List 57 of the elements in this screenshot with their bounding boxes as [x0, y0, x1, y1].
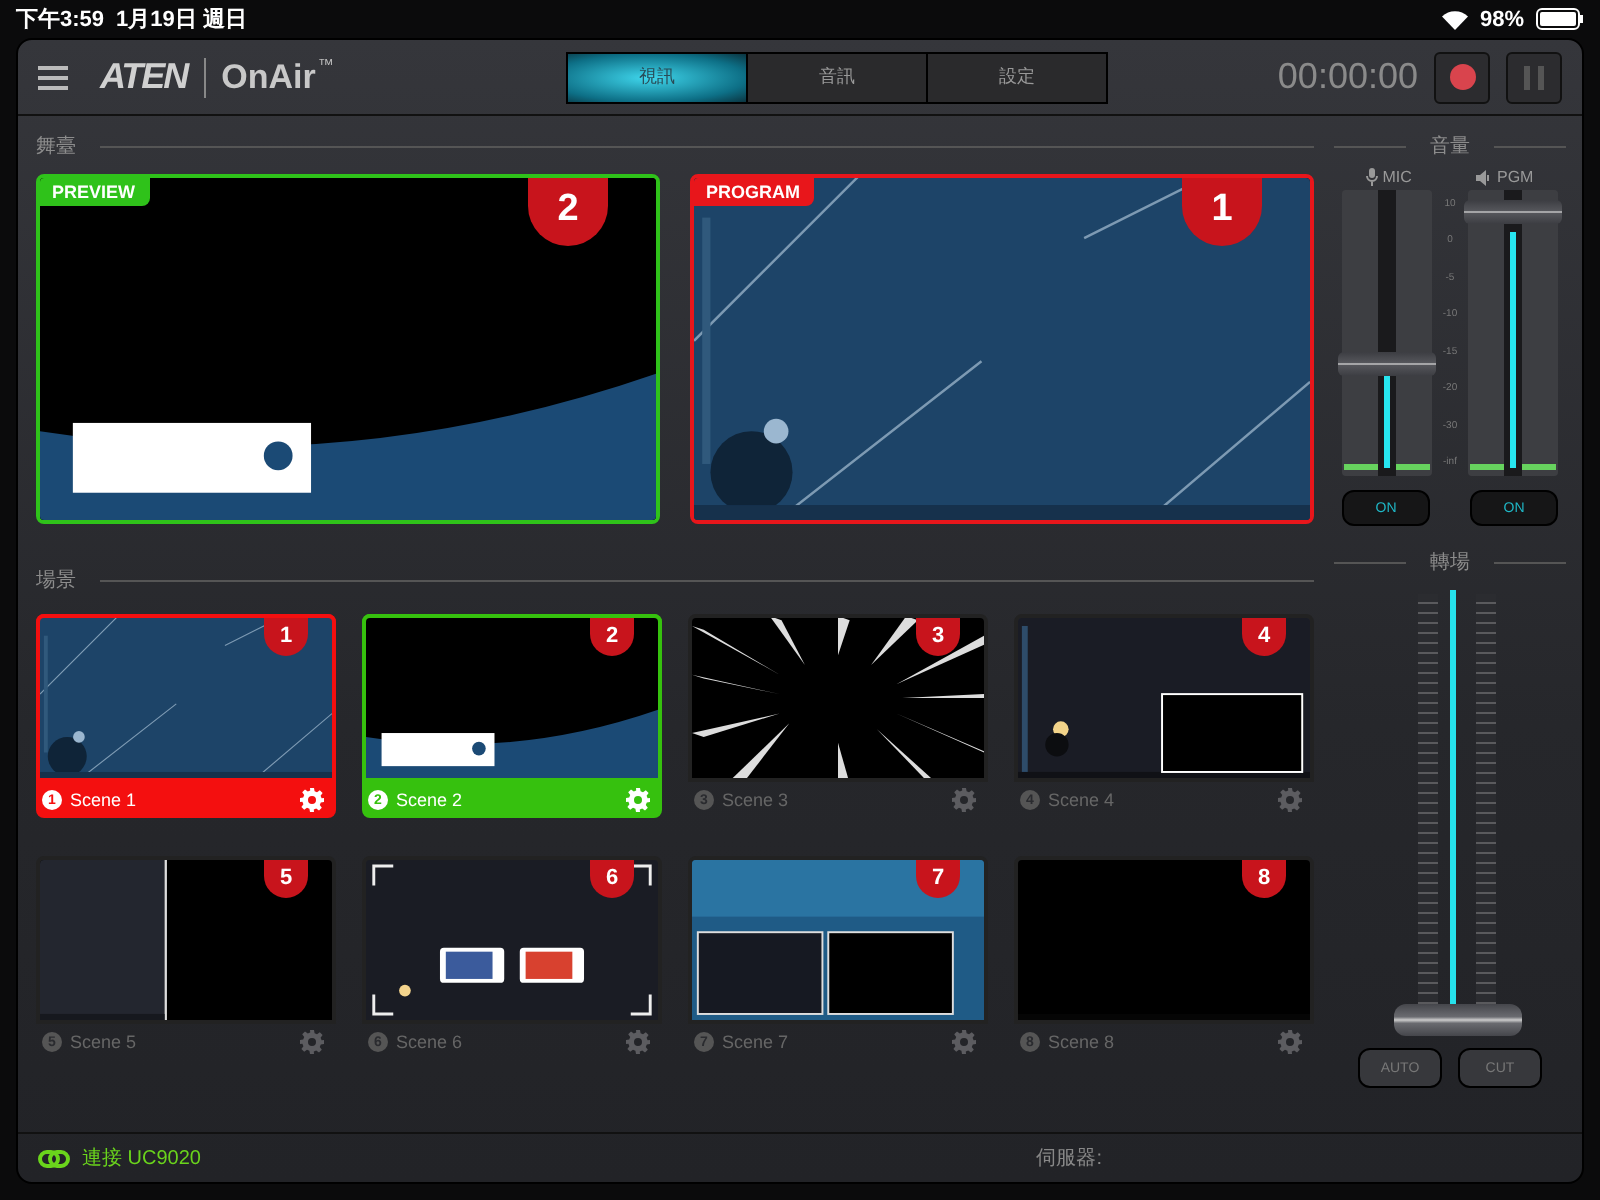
channel-label: MIC: [1366, 168, 1412, 186]
settings-icon[interactable]: [626, 1030, 650, 1054]
settings-icon[interactable]: [300, 1030, 324, 1054]
section-title: 舞臺: [36, 133, 76, 160]
settings-icon[interactable]: [300, 788, 324, 812]
scene-name: Scene 6: [396, 1032, 465, 1052]
scene-name: Scene 4: [1048, 790, 1117, 810]
number-badge: 4: [1242, 618, 1286, 656]
battery-percent: 98%: [1479, 7, 1524, 31]
scene-name: Scene 2: [396, 790, 465, 810]
slider-thumb[interactable]: [1394, 1004, 1522, 1036]
settings-icon[interactable]: [1278, 788, 1302, 812]
clock-time: 下午3:59: [16, 5, 105, 34]
record-button[interactable]: [1434, 51, 1490, 103]
number-badge: 5: [264, 860, 308, 898]
monitor-label: PREVIEW: [40, 178, 150, 206]
connection-status: 連接 UC9020: [82, 1145, 201, 1172]
number-badge: 6: [590, 860, 634, 898]
server-label: 伺服器:: [1036, 1146, 1102, 1172]
tab[interactable]: 音訊: [747, 53, 926, 101]
settings-icon[interactable]: [1278, 1030, 1302, 1054]
channel-label: PGM: [1476, 168, 1534, 186]
scene-name: Scene 3: [722, 790, 791, 810]
menu-icon[interactable]: [38, 65, 68, 89]
number-badge: 7: [916, 860, 960, 898]
slider-thumb[interactable]: [1338, 352, 1436, 376]
scene-name: Scene 1: [70, 790, 139, 810]
settings-icon[interactable]: [952, 788, 976, 812]
number-badge: 2: [590, 618, 634, 656]
speaker-icon: [1476, 169, 1493, 185]
product-name: OnAir: [221, 57, 316, 97]
logo: ATEN: [100, 56, 188, 98]
number-badge: 8: [1242, 860, 1286, 898]
number-badge: 1: [264, 618, 308, 656]
trademark-mark: ™: [317, 56, 334, 74]
settings-icon[interactable]: [626, 788, 650, 812]
volume-slider[interactable]: [1467, 190, 1558, 476]
monitor-label: PROGRAM: [694, 178, 814, 206]
section-title: 場景: [36, 567, 76, 594]
scene-name: Scene 5: [70, 1032, 139, 1052]
section-title: 音量: [1430, 133, 1470, 160]
scene-name: Scene 7: [722, 1032, 791, 1052]
volume-slider[interactable]: [1342, 190, 1432, 476]
timer: 00:00:00: [1277, 56, 1418, 98]
link-icon: [38, 1149, 70, 1167]
scene-name: Scene 8: [1048, 1032, 1117, 1052]
tab[interactable]: 設定: [927, 53, 1106, 101]
microphone-icon: [1366, 168, 1379, 186]
pause-button[interactable]: [1506, 51, 1562, 103]
tab[interactable]: 視訊: [567, 53, 746, 101]
number-badge: 3: [916, 618, 960, 656]
section-title: 轉場: [1430, 550, 1470, 576]
wifi-icon: [1441, 9, 1468, 29]
settings-icon[interactable]: [952, 1030, 976, 1054]
slider-thumb[interactable]: [1463, 200, 1562, 224]
battery-icon: [1536, 8, 1584, 30]
date-label: 1月19日 週日: [116, 6, 247, 34]
